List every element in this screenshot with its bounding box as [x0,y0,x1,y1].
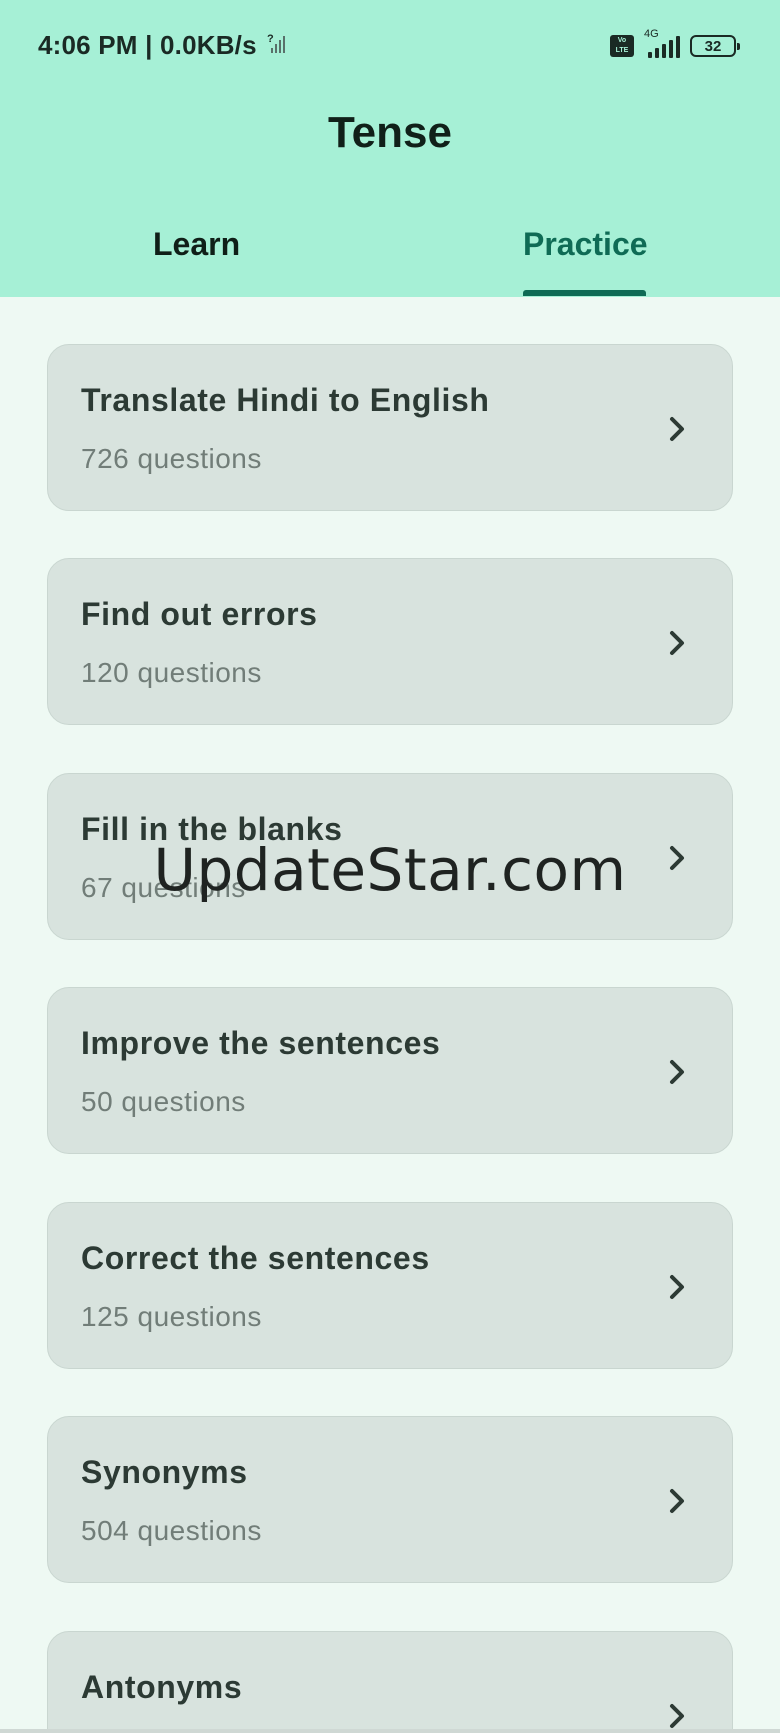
practice-card-improve-sentences[interactable]: Improve the sentences 50 questions [47,987,733,1154]
card-question-count: 50 questions [81,1086,246,1117]
battery-level: 32 [704,37,722,55]
card-title: Improve the sentences [81,1025,441,1061]
card-title: Correct the sentences [81,1240,430,1276]
practice-card-antonyms[interactable]: Antonyms [47,1631,733,1733]
chevron-right-icon [670,1060,684,1084]
chevron-right-icon [670,1275,684,1299]
app-header: 4:06 PM | 0.0KB/s ? Vo LTE 4G 32 Tense L… [0,0,780,297]
practice-card-synonyms[interactable]: Synonyms 504 questions [47,1416,733,1583]
card-title: Translate Hindi to English [81,382,490,418]
practice-card-find-errors[interactable]: Find out errors 120 questions [47,558,733,725]
volte-icon: Vo LTE [610,35,634,57]
svg-text:?: ? [267,33,274,45]
card-title: Antonyms [81,1669,243,1705]
chevron-right-icon [670,846,684,870]
card-question-count: 125 questions [81,1301,262,1332]
practice-card-translate[interactable]: Translate Hindi to English 726 questions [47,344,733,511]
card-question-count: 726 questions [81,443,262,474]
signal-strength-icon: 4G [644,28,680,58]
card-question-count: 67 questions [81,872,246,903]
status-time-speed: 4:06 PM | 0.0KB/s ? [38,30,287,61]
card-question-count: 120 questions [81,657,262,688]
chevron-right-icon [670,1489,684,1513]
card-title: Synonyms [81,1454,248,1490]
chevron-right-icon [670,631,684,655]
tab-learn[interactable]: Learn [153,226,240,263]
active-tab-indicator [523,290,646,296]
practice-card-correct-sentences[interactable]: Correct the sentences 125 questions [47,1202,733,1369]
card-title: Fill in the blanks [81,811,343,847]
network-activity-icon: ? [267,30,287,61]
battery-icon: 32 [690,35,740,57]
practice-card-fill-blanks[interactable]: Fill in the blanks 67 questions [47,773,733,940]
card-question-count: 504 questions [81,1515,262,1546]
network-type-label: 4G [644,28,659,40]
screen: 4:06 PM | 0.0KB/s ? Vo LTE 4G 32 Tense L… [0,0,780,1733]
card-title: Find out errors [81,596,318,632]
chevron-right-icon [670,417,684,441]
bottom-divider [0,1729,780,1733]
status-icons: Vo LTE 4G 32 [610,28,740,58]
status-bar: 4:06 PM | 0.0KB/s ? Vo LTE 4G 32 [0,28,780,66]
page-title: Tense [328,108,452,157]
tab-practice[interactable]: Practice [523,226,648,263]
chevron-right-icon [670,1704,684,1728]
status-time-text: 4:06 PM | 0.0KB/s [38,30,257,60]
